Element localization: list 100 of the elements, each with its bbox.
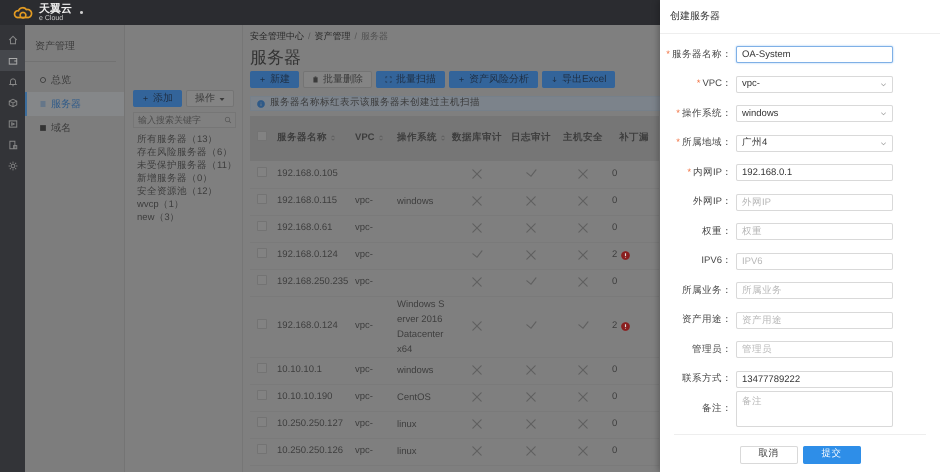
column-header: VPC xyxy=(355,132,375,144)
plus-icon xyxy=(259,76,266,83)
input-field[interactable]: 权重 xyxy=(736,223,893,240)
field-label: 所属业务： xyxy=(681,284,733,298)
page-title: 服务器 xyxy=(250,49,302,66)
group-item[interactable]: 未受保护服务器（11） xyxy=(133,159,236,172)
table-cell: vpc- xyxy=(355,391,373,402)
group-item[interactable]: new（3） xyxy=(133,211,236,224)
column-header: 数据库审计 xyxy=(452,132,502,144)
square-icon xyxy=(39,124,47,132)
sidebar-item[interactable]: 服务器 xyxy=(25,92,124,116)
required-mark: * xyxy=(676,137,680,148)
input-field[interactable]: 资产用途 xyxy=(736,312,893,329)
table-cell: 192.168.0.115 xyxy=(277,195,338,206)
submit-button[interactable]: 提交 xyxy=(802,446,860,464)
textarea-field[interactable]: 备注 xyxy=(736,390,893,427)
input-field[interactable]: 管理员 xyxy=(736,341,893,358)
input-field[interactable]: 192.168.0.1 xyxy=(736,164,893,182)
plus-icon xyxy=(458,76,465,83)
select-field[interactable]: vpc- xyxy=(736,76,893,93)
batch-delete-button[interactable]: 批量删除 xyxy=(303,71,372,88)
group-item[interactable]: wvcp（1） xyxy=(133,198,236,211)
table-cell: 192.168.0.124 xyxy=(277,320,338,332)
info-icon xyxy=(257,100,265,108)
field-label: * 操作系统： xyxy=(675,106,733,121)
column-header: 主机安全 xyxy=(563,132,603,144)
rail-item[interactable] xyxy=(0,50,25,71)
table-cell: 10.250.250.126 xyxy=(277,445,344,456)
required-mark: * xyxy=(666,48,670,60)
table-cell: windows xyxy=(397,365,434,376)
select-field[interactable]: windows xyxy=(736,105,893,122)
circle-icon xyxy=(39,76,47,84)
table-cell: 10.10.10.1 xyxy=(277,364,322,376)
field-label: 外网IP： xyxy=(692,195,733,210)
table-cell-text: 0 xyxy=(612,363,618,378)
sidebar-item[interactable]: 域名 xyxy=(25,116,124,140)
input-field[interactable]: 所属业务 xyxy=(736,282,893,300)
table-cell: CentOS xyxy=(397,392,431,403)
home-icon xyxy=(8,34,18,44)
export-button[interactable]: 导出Excel xyxy=(542,71,616,88)
field-label: 备注： xyxy=(701,402,733,416)
group-item[interactable]: 安全资源池（12） xyxy=(133,185,236,198)
table-cell-text: 0 xyxy=(612,221,618,236)
sort-icon xyxy=(378,134,384,142)
risk-analysis-button[interactable]: 资产风险分析 xyxy=(449,71,538,88)
scan-icon xyxy=(385,76,392,83)
breadcrumb-link[interactable]: 资产管理 xyxy=(314,30,351,44)
table-cell: vpc- xyxy=(355,418,373,430)
table-cell-text: 0 xyxy=(612,417,618,432)
notice-text: 服务器名称标红表示该服务器未创建过主机扫描 xyxy=(270,96,480,110)
column-header: 服务器名称 xyxy=(277,132,327,144)
field-label: * 所属地域： xyxy=(675,136,733,150)
table-cell-text: 0 xyxy=(612,194,618,208)
input-field[interactable]: OA-System xyxy=(736,46,893,64)
table-cell: linux xyxy=(397,446,417,457)
group-item[interactable]: 存在风险服务器（6） xyxy=(133,146,236,159)
select-field[interactable]: 广州4 xyxy=(736,134,893,152)
table-cell-text: 0 xyxy=(612,444,618,458)
chevron-down-icon xyxy=(880,110,887,118)
sidebar-item[interactable]: 总览 xyxy=(25,68,124,92)
wallet-icon xyxy=(8,56,18,66)
batch-scan-button[interactable]: 批量扫描 xyxy=(376,71,445,88)
sidebar-title: 资产管理 xyxy=(25,33,116,62)
table-cell: vpc- xyxy=(355,249,373,260)
field-label: 管理员： xyxy=(691,342,733,357)
logo-text: 天翼云 xyxy=(39,4,72,14)
screen-icon xyxy=(8,118,18,128)
table-cell: 10.10.10.190 xyxy=(277,391,332,402)
table-cell: vpc- xyxy=(355,276,373,288)
table-cell: windows xyxy=(397,196,434,207)
input-field[interactable]: 外网IP xyxy=(736,194,893,211)
dot-icon xyxy=(80,11,83,14)
search-icon xyxy=(224,116,232,124)
input-field[interactable]: 13477789222 xyxy=(736,370,893,388)
operations-dropdown[interactable]: 操作 xyxy=(186,90,234,107)
field-label: * 内网IP： xyxy=(686,166,733,180)
table-cell: vpc- xyxy=(355,320,373,332)
table-cell: 192.168.0.105 xyxy=(277,168,338,180)
table-cell: vpc- xyxy=(355,445,373,456)
table-cell: 192.168.0.61 xyxy=(277,222,332,234)
new-button[interactable]: 新建 xyxy=(250,71,299,88)
breadcrumb-separator: / xyxy=(354,30,358,44)
table-cell: 0 xyxy=(612,167,618,182)
input-field[interactable]: IPV6 xyxy=(736,252,893,270)
table-cell: 192.168.0.124 xyxy=(277,249,338,260)
field-label: 权重： xyxy=(701,224,733,239)
group-item[interactable]: 新增服务器（0） xyxy=(133,172,236,185)
document-icon xyxy=(8,140,18,150)
sort-icon xyxy=(440,134,446,142)
table-cell: vpc- xyxy=(355,195,373,206)
table-cell-text: 0 xyxy=(612,390,618,404)
table-cell-text: 2 xyxy=(612,319,618,334)
cube-icon xyxy=(8,98,18,108)
add-button[interactable]: 添加 xyxy=(133,90,182,107)
cancel-button[interactable]: 取消 xyxy=(740,446,798,464)
breadcrumb-link[interactable]: 安全管理中心 xyxy=(250,30,304,44)
table-cell: vpc- xyxy=(355,364,373,376)
group-item[interactable]: 所有服务器（13） xyxy=(133,133,236,146)
field-label: 资产用途： xyxy=(681,313,733,328)
sort-icon xyxy=(330,134,336,142)
